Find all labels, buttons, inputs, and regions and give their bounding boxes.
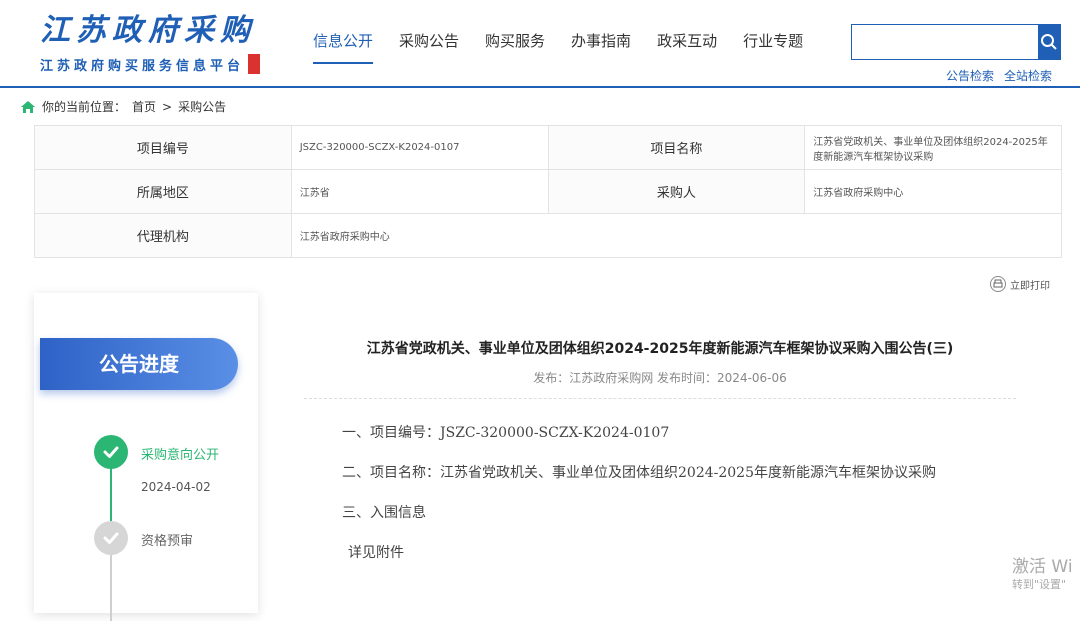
search-button[interactable] [1038, 25, 1060, 59]
print-label: 立即打印 [1010, 280, 1050, 292]
site-search-link[interactable]: 全站检索 [1004, 67, 1052, 84]
table-row: 所属地区 江苏省 采购人 江苏省政府采购中心 [34, 169, 1062, 214]
breadcrumb-home[interactable]: 首页 [132, 98, 156, 115]
check-icon [94, 521, 128, 555]
main-nav: 信息公开 采购公告 购买服务 办事指南 政采互动 行业专题 [300, 28, 816, 64]
table-row: 项目编号 JSZC-320000-SCZX-K2024-0107 项目名称 江苏… [34, 125, 1062, 170]
value-region: 江苏省 [290, 169, 549, 214]
article-title: 江苏省党政机关、事业单位及团体组织2024-2025年度新能源汽车框架协议采购入… [366, 341, 954, 357]
search-links: 公告检索 全站检索 [946, 67, 1052, 84]
print-button[interactable]: 立即打印 [990, 276, 1050, 292]
article-project-number: 一、项目编号：JSZC-320000-SCZX-K2024-0107 [342, 425, 670, 441]
logo-subtitle: 江苏政府购买服务信息平台 [40, 58, 245, 74]
check-icon [94, 435, 128, 469]
nav-procurement-notice[interactable]: 采购公告 [386, 28, 472, 64]
search-bar [851, 24, 1061, 60]
divider [304, 398, 1016, 399]
watermark-line1: 激活 Wi [1012, 557, 1073, 577]
nav-guide[interactable]: 办事指南 [558, 28, 644, 64]
label-purchaser: 采购人 [547, 169, 806, 214]
project-info-table: 项目编号 JSZC-320000-SCZX-K2024-0107 项目名称 江苏… [34, 125, 1063, 258]
step-intent-date: 2024-04-02 [141, 480, 211, 494]
notice-search-link[interactable]: 公告检索 [946, 67, 994, 84]
article-body: 一、项目编号：JSZC-320000-SCZX-K2024-0107 二、项目名… [316, 418, 1006, 578]
search-input[interactable] [852, 25, 1038, 59]
step-prequalification[interactable]: 资格预审 [141, 530, 193, 549]
label-agency: 代理机构 [34, 213, 292, 258]
progress-panel: 公告进度 采购意向公开 2024-04-02 资格预审 [34, 293, 258, 621]
value-purchaser: 江苏省政府采购中心 [804, 169, 1062, 214]
article-project-name: 二、项目名称：江苏省党政机关、事业单位及团体组织2024-2025年度新能源汽车… [342, 465, 936, 481]
value-agency: 江苏省政府采购中心 [290, 213, 1063, 258]
table-row: 代理机构 江苏省政府采购中心 [34, 213, 1063, 258]
activation-watermark: 激活 Wi 转到"设置" [1012, 556, 1073, 592]
article-see-attachment: 详见附件 [348, 545, 404, 561]
watermark-line2: 转到"设置" [1012, 578, 1067, 591]
nav-purchase-service[interactable]: 购买服务 [472, 28, 558, 64]
article-shortlist-heading: 三、入围信息 [342, 505, 426, 521]
article-meta: 发布：江苏政府采购网 发布时间：2024-06-06 [533, 371, 787, 385]
breadcrumb-prefix: 你的当前位置： [42, 100, 127, 114]
label-project-number: 项目编号 [34, 125, 292, 170]
breadcrumb: 你的当前位置： 首页 > 采购公告 [20, 98, 226, 115]
value-project-name: 江苏省党政机关、事业单位及团体组织2024-2025年度新能源汽车框架协议采购 [804, 125, 1062, 170]
logo-title: 江苏政府采购 [40, 13, 256, 48]
print-icon [990, 276, 1006, 292]
label-region: 所属地区 [34, 169, 292, 214]
breadcrumb-separator: > [162, 99, 173, 114]
nav-topics[interactable]: 行业专题 [730, 28, 816, 64]
nav-interaction[interactable]: 政采互动 [644, 28, 730, 64]
site-logo[interactable]: 江苏政府采购 江苏政府购买服务信息平台 [40, 12, 261, 74]
search-icon [1041, 34, 1057, 50]
step-intent-public[interactable]: 采购意向公开 [141, 444, 219, 463]
home-icon [21, 100, 35, 113]
label-project-name: 项目名称 [547, 125, 806, 170]
value-project-number: JSZC-320000-SCZX-K2024-0107 [290, 125, 549, 170]
announcement-article: 江苏省党政机关、事业单位及团体组织2024-2025年度新能源汽车框架协议采购入… [270, 293, 1062, 613]
site-header: 江苏政府采购 江苏政府购买服务信息平台 信息公开 采购公告 购买服务 办事指南 … [0, 0, 1080, 88]
seal-icon [248, 54, 261, 74]
progress-title: 公告进度 [40, 338, 238, 390]
nav-info-public[interactable]: 信息公开 [300, 28, 386, 64]
breadcrumb-current[interactable]: 采购公告 [178, 98, 226, 115]
